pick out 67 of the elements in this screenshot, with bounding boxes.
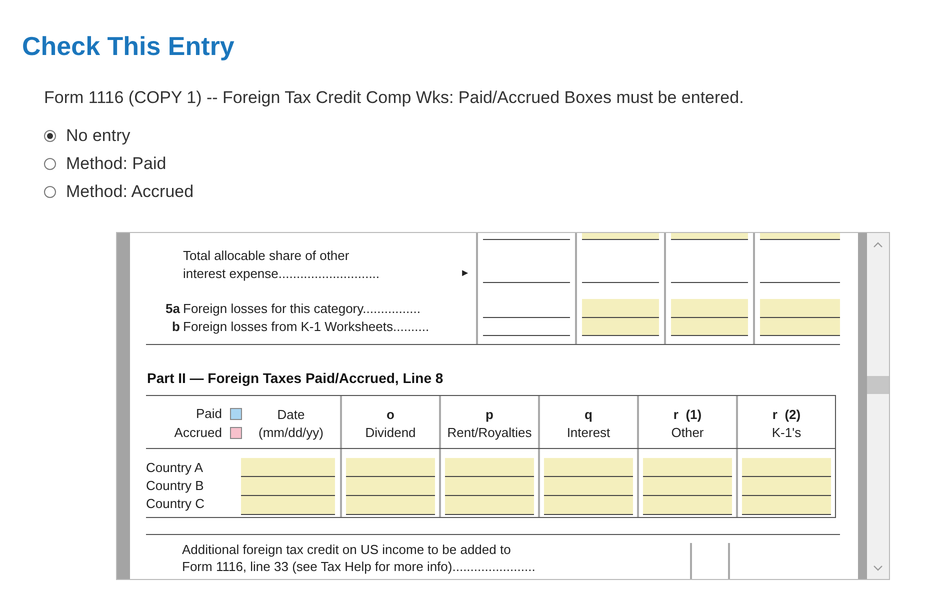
column-header: Interest — [566, 424, 610, 442]
column-letter: r (1) — [673, 406, 702, 424]
radio-option[interactable]: No entry — [44, 125, 939, 147]
input-field[interactable] — [671, 233, 748, 240]
input-field[interactable] — [241, 496, 335, 515]
radio-label: Method: Paid — [66, 153, 166, 175]
input-field[interactable] — [445, 458, 534, 477]
scrollbar-thumb[interactable] — [867, 376, 889, 394]
line-label: Total allocable share of other — [183, 247, 350, 265]
column-letter: q — [584, 406, 592, 424]
legend-label: Accrued — [174, 425, 222, 440]
legend-label: Paid — [196, 406, 222, 421]
line-label: Foreign losses from K-1 Worksheets.......... — [183, 318, 430, 336]
input-field[interactable] — [643, 477, 732, 496]
input-field[interactable] — [544, 496, 633, 515]
input-field[interactable] — [582, 318, 659, 336]
radio-button[interactable] — [44, 186, 56, 198]
column-letter: p — [486, 406, 494, 424]
line-label: Additional foreign tax credit on US income to be added to — [182, 541, 512, 558]
input-field[interactable] — [241, 477, 335, 496]
radio-option[interactable]: Method: Accrued — [44, 181, 939, 203]
country-label: Country A — [146, 459, 204, 477]
input-field[interactable] — [445, 496, 534, 515]
column-header: Rent/Royalties — [447, 424, 532, 442]
input-field[interactable] — [742, 458, 831, 477]
input-field[interactable] — [643, 496, 732, 515]
column-header: (mm/dd/yy) — [258, 424, 324, 442]
dialog-title: Check This Entry — [22, 30, 236, 62]
line-label: Foreign losses for this category................ — [183, 300, 420, 318]
column-letter: o — [386, 406, 394, 424]
radio-label: No entry — [66, 125, 130, 147]
radio-label: Method: Accrued — [66, 181, 194, 203]
line-number: b — [171, 318, 181, 336]
input-field[interactable] — [582, 299, 659, 318]
radio-button[interactable] — [44, 130, 56, 142]
input-field[interactable] — [760, 318, 840, 336]
error-message: Form 1116 (COPY 1) -- Foreign Tax Credit Comp Wks: Paid/Accrued Boxes must be entered. — [44, 87, 745, 109]
input-field[interactable] — [241, 458, 335, 477]
input-field[interactable] — [742, 496, 831, 515]
column-header: K-1's — [772, 424, 802, 442]
input-field[interactable] — [643, 458, 732, 477]
input-field[interactable] — [346, 477, 435, 496]
arrow-marker: ► — [460, 267, 470, 281]
radio-option[interactable]: Method: Paid — [44, 153, 939, 175]
input-field[interactable] — [671, 318, 748, 336]
input-field[interactable] — [671, 299, 748, 318]
input-field[interactable] — [760, 233, 840, 240]
input-field[interactable] — [544, 458, 633, 477]
input-field[interactable] — [445, 477, 534, 496]
column-header: Date — [277, 406, 305, 424]
country-label: Country B — [146, 477, 205, 495]
section-title: Part II — Foreign Taxes Paid/Accrued, Line 8 — [147, 369, 444, 387]
radio-button[interactable] — [44, 158, 56, 170]
column-header: Dividend — [365, 424, 416, 442]
scrollbar[interactable] — [867, 233, 889, 579]
input-field[interactable] — [760, 299, 840, 318]
input-field[interactable] — [544, 477, 633, 496]
column-letter: r (2) — [772, 406, 801, 424]
line-number: 5a — [164, 300, 181, 318]
input-field[interactable] — [742, 477, 831, 496]
input-field[interactable] — [346, 496, 435, 515]
line-label: interest expense............................ — [183, 265, 380, 283]
input-field[interactable] — [346, 458, 435, 477]
country-label: Country C — [146, 495, 206, 513]
input-field[interactable] — [582, 233, 659, 240]
line-label: Form 1116, line 33 (see Tax Help for more info)....................... — [182, 558, 536, 575]
column-header: Other — [671, 424, 704, 442]
